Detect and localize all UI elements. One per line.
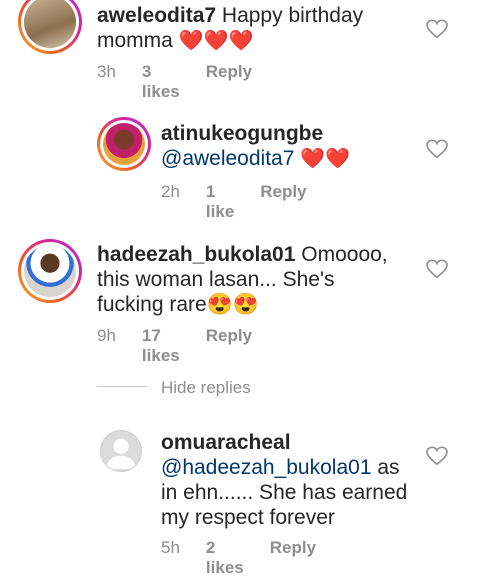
comment-text: as [377,456,400,479]
mention-link[interactable]: @aweleodita7 [161,147,294,170]
username[interactable]: hadeezah_bukola01 [97,243,295,266]
heart-emoji: ❤️❤️❤️ [178,30,254,52]
username[interactable]: aweleodita7 [97,4,216,27]
mention-link[interactable]: @hadeezah_bukola01 [161,456,372,479]
avatar[interactable] [97,117,151,171]
timestamp: 3h [97,62,116,81]
avatar[interactable] [100,430,142,472]
likes-count[interactable]: 3 likes [142,62,180,102]
avatar[interactable] [18,0,82,54]
reply-button[interactable]: Reply [260,182,306,222]
comment-text: momma [97,29,173,52]
default-avatar-icon [105,438,137,470]
username[interactable]: atinukeogungbe [161,122,323,145]
heart-outline-icon[interactable] [426,139,448,159]
likes-count[interactable]: 17 likes [142,326,180,366]
heart-outline-icon[interactable] [426,19,448,39]
timestamp: 2h [161,182,180,201]
heart-outline-icon[interactable] [426,446,448,466]
timestamp: 5h [161,538,180,557]
likes-count[interactable]: 1 like [206,182,234,222]
username[interactable]: omuaracheal [161,431,291,454]
reply-button[interactable]: Reply [270,538,316,578]
timestamp: 9h [97,326,116,345]
comment-text: Omoooo, [301,243,388,266]
comment-text: my respect forever [161,506,335,529]
comment-text: Happy birthday [221,4,364,27]
divider [97,386,147,387]
comment-text: in ehn...... She has earned [161,481,408,504]
heart-outline-icon[interactable] [426,259,448,279]
hide-replies-button[interactable]: Hide replies [161,378,251,398]
likes-count[interactable]: 2 likes [206,538,244,578]
heart-eyes-emoji: 😍😍 [206,293,260,316]
avatar[interactable] [18,239,82,303]
comment-text: fucking rare [97,293,207,316]
reply-button[interactable]: Reply [206,62,252,102]
reply-button[interactable]: Reply [206,326,252,366]
heart-emoji: ❤️❤️ [300,148,351,170]
comment-text: this woman lasan... She's [97,268,335,291]
